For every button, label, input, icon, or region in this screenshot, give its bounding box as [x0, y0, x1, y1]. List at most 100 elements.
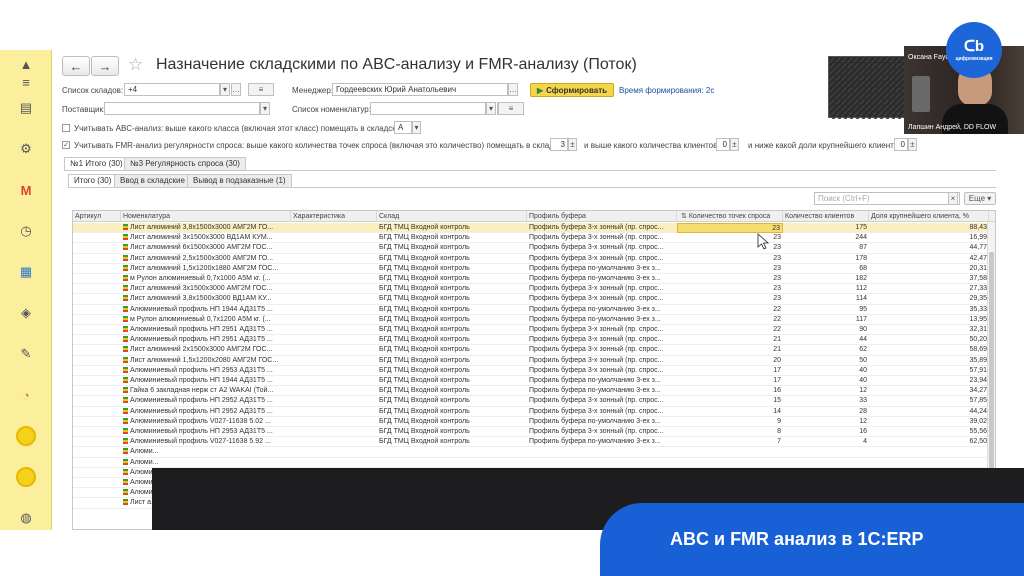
column-header[interactable]: Номенклатура: [121, 211, 291, 222]
table-row[interactable]: Алюминиевый профиль НП 2953 АД31Т5 ... БГ…: [73, 427, 989, 438]
chart-icon[interactable]: ◔: [14, 385, 38, 405]
logo-text: цифровизация: [955, 55, 993, 62]
box-icon[interactable]: ◈: [14, 303, 38, 323]
table-row[interactable]: Алюминиевый профиль V027-11638 5.02 ... Б…: [73, 417, 989, 427]
cell-share: 44,77: [969, 244, 987, 252]
gmail-icon[interactable]: M: [14, 180, 38, 200]
clear-search-icon[interactable]: ×: [948, 192, 958, 205]
generate-button[interactable]: ▶ Сформировать: [530, 83, 614, 97]
tab-regularity[interactable]: №3 Регулярность спроса (30): [124, 157, 246, 170]
chevron-up-icon[interactable]: ▲: [14, 54, 38, 74]
clock-icon[interactable]: ◷: [14, 221, 38, 241]
more-button[interactable]: Еще ▾: [964, 192, 996, 205]
stepper-button[interactable]: ±: [908, 138, 917, 151]
column-header[interactable]: ⇅ Количество точек спроса: [677, 211, 783, 222]
cell-nomenclature: Алюми...: [121, 458, 291, 468]
cell-points: 22: [773, 326, 781, 333]
coin-icon[interactable]: [14, 467, 38, 487]
document-icon[interactable]: ▤: [14, 98, 38, 118]
back-button[interactable]: ←: [62, 56, 90, 76]
fmr-points-field[interactable]: 3: [550, 138, 568, 151]
table-row[interactable]: Лист алюминий 3х1500х3000 АМГ2М ГОС... БГ…: [73, 284, 989, 295]
table-row[interactable]: Лист алюминий 6х1500х3000 АМГ2М ГОС... БГ…: [73, 243, 989, 254]
mouse-cursor-icon: [757, 233, 770, 250]
cell-share: [869, 447, 989, 457]
table-row[interactable]: Гайка 6 закладная нерж ст А2 WAKAI (Той.…: [73, 386, 989, 397]
cell-clients: 33: [859, 397, 867, 405]
column-header[interactable]: Артикул: [73, 211, 121, 222]
table-row[interactable]: Лист алюминий 2х1500х3000 АМГ2М ГОС... БГ…: [73, 345, 989, 356]
cell-char: [291, 407, 377, 417]
column-header[interactable]: Профиль буфера: [527, 211, 677, 222]
status-indicator-icon: [123, 417, 128, 424]
column-header[interactable]: Количество клиентов: [783, 211, 869, 222]
table-row[interactable]: м Рулон алюминиевый 0,7х1000 А5М кг. (..…: [73, 274, 989, 285]
status-indicator-icon: [123, 438, 128, 445]
select-button[interactable]: …: [508, 83, 518, 96]
tab-total[interactable]: №1 Итого (30): [64, 157, 129, 170]
clients-field[interactable]: 0: [716, 138, 730, 151]
cell-warehouse: БГД ТМЦ Входной контроль: [379, 366, 470, 374]
gear-icon[interactable]: ⚙: [14, 139, 38, 159]
share-field[interactable]: 0: [894, 138, 908, 151]
table-row[interactable]: Лист алюминий 2,5х1500х3000 АМГ2М ГО... Б…: [73, 254, 989, 264]
globe-icon[interactable]: ◍: [14, 508, 38, 528]
table-row[interactable]: Лист алюминий 1,5х1200х1880 АМГ2М ГОС...…: [73, 264, 989, 274]
table-row[interactable]: Лист алюминий 3х1500х3000 ВД1АМ КУМ... БГ…: [73, 233, 989, 244]
column-header[interactable]: Доля крупнейшего клиента, %: [869, 211, 989, 222]
table-row[interactable]: Лист алюминий 1,5х1200х2080 АМГ2М ГОС...…: [73, 356, 989, 366]
cell-profile: [527, 447, 677, 457]
wrench-icon[interactable]: ✎: [14, 344, 38, 364]
table-row[interactable]: Алюминиевый профиль НП 2951 АД31Т5 ... БГ…: [73, 325, 989, 336]
manager-field[interactable]: Гордеевских Юрий Анатольевич: [332, 83, 508, 96]
dropdown-button[interactable]: ▾: [220, 83, 230, 96]
table-row[interactable]: м Рулон алюминиевый 0,7х1200 А5М кг. (..…: [73, 315, 989, 325]
supplier-field[interactable]: [104, 102, 260, 115]
nomenclature-menu-button[interactable]: ≡: [498, 102, 524, 115]
cell-text: Алюминиевый профиль V027-11638 5.02 ...: [130, 417, 271, 425]
calendar-icon[interactable]: ▦: [14, 262, 38, 282]
abc-checkbox[interactable]: [62, 124, 70, 132]
abc-class-field[interactable]: A: [394, 121, 412, 134]
menu-icon[interactable]: ≡: [14, 72, 38, 92]
subtab-input[interactable]: Ввод в складские: [114, 174, 191, 187]
table-row[interactable]: Алюминиевый профиль НП 2953 АД31Т5 ... БГ…: [73, 366, 989, 376]
warehouses-menu-button[interactable]: ≡: [248, 83, 274, 96]
column-header[interactable]: Характеристика: [291, 211, 377, 222]
search-input[interactable]: Поиск (Ctrl+F): [814, 192, 960, 205]
dropdown-button[interactable]: ▾: [486, 102, 496, 115]
stepper-button[interactable]: ±: [730, 138, 739, 151]
column-header[interactable]: Склад: [377, 211, 527, 222]
cell-profile: Профиль буфера по-умолчанию 3-ех з...: [529, 275, 661, 282]
subtab-output[interactable]: Вывод в подзаказные (1): [187, 174, 292, 187]
table-row[interactable]: Алюми...: [73, 458, 989, 468]
cell-warehouse: БГД ТМЦ Входной контроль: [379, 356, 470, 364]
stepper-button[interactable]: ±: [568, 138, 577, 151]
table-row[interactable]: Алюминиевый профиль НП 1944 АД31Т5 ... БГ…: [73, 305, 989, 315]
table-row[interactable]: Алюминиевый профиль НП 2952 АД31Т5 ... БГ…: [73, 407, 989, 417]
forward-button[interactable]: →: [91, 56, 119, 76]
star-icon[interactable]: ☆: [128, 55, 143, 75]
table-row[interactable]: Алюминиевый профиль НП 2952 АД31Т5 ... БГ…: [73, 396, 989, 407]
cell-text: Лист алюминий 3х1500х3000 АМГ2М ГОС...: [130, 285, 273, 293]
dropdown-button[interactable]: ▾: [260, 102, 270, 115]
status-indicator-icon: [123, 285, 128, 292]
table-row[interactable]: Лист алюминий 3,8х1500х3000 ВД1АМ КУ... Б…: [73, 294, 989, 305]
nomenclature-field[interactable]: [370, 102, 486, 115]
table-row[interactable]: Алюминиевый профиль НП 1944 АД31Т5 ... БГ…: [73, 376, 989, 387]
table-row[interactable]: Алюминиевый профиль V027-11638 5.92 ... Б…: [73, 437, 989, 448]
coin-icon[interactable]: [14, 426, 38, 446]
warehouses-field[interactable]: +4: [124, 83, 220, 96]
manager-label: Менеджер:: [292, 86, 334, 95]
table-row[interactable]: Алюминиевый профиль НП 2951 АД31Т5 ... БГ…: [73, 335, 989, 346]
cell-warehouse: БГД ТМЦ Входной контроль: [379, 336, 470, 344]
cell-points: 14: [773, 407, 781, 415]
cell-share: 88,43: [969, 224, 987, 231]
dropdown-button[interactable]: ▾: [412, 121, 421, 134]
table-row[interactable]: Лист алюминий 3,8х1500х3000 АМГ2М ГО... Б…: [73, 223, 989, 234]
select-button[interactable]: …: [231, 83, 241, 96]
table-row[interactable]: Алюми...: [73, 447, 989, 458]
subtab-total[interactable]: Итого (30): [68, 174, 118, 187]
cell-clients: [783, 458, 869, 468]
fmr-checkbox[interactable]: ✓: [62, 141, 70, 149]
